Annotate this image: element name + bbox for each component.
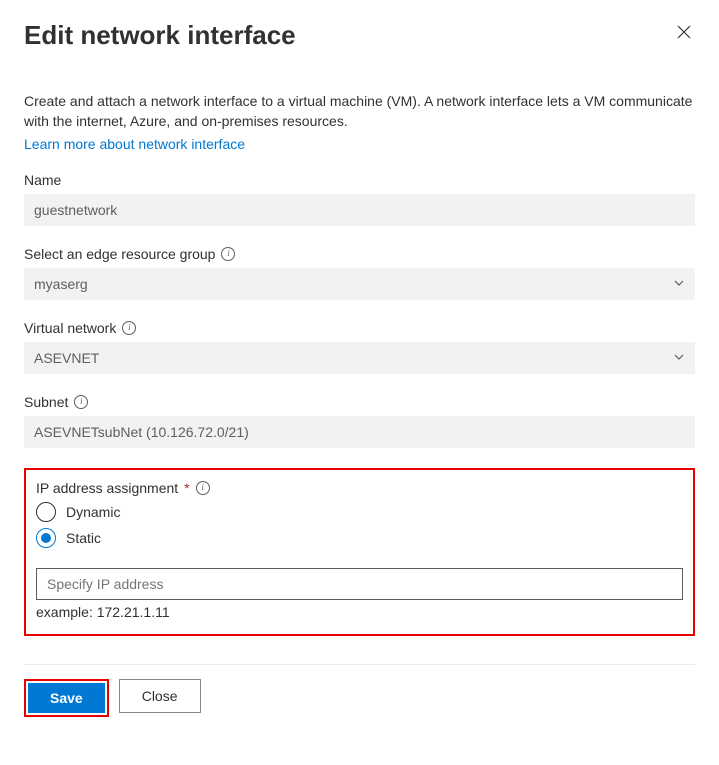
info-icon[interactable]: i — [221, 247, 235, 261]
info-icon[interactable]: i — [122, 321, 136, 335]
ip-address-input[interactable] — [36, 568, 683, 600]
learn-more-link[interactable]: Learn more about network interface — [24, 136, 695, 152]
radio-dynamic-label: Dynamic — [66, 504, 120, 520]
description-text: Create and attach a network interface to… — [24, 91, 695, 132]
required-asterisk: * — [184, 480, 189, 496]
subnet-label: Subnet i — [24, 394, 695, 410]
radio-dynamic[interactable]: Dynamic — [36, 502, 683, 522]
resource-group-select[interactable] — [24, 268, 695, 300]
info-icon[interactable]: i — [74, 395, 88, 409]
name-label: Name — [24, 172, 695, 188]
subnet-input — [24, 416, 695, 448]
vnet-label: Virtual network i — [24, 320, 695, 336]
close-icon[interactable] — [673, 20, 695, 46]
save-highlight: Save — [24, 679, 109, 717]
radio-static[interactable]: Static — [36, 528, 683, 548]
radio-static-label: Static — [66, 530, 101, 546]
save-button[interactable]: Save — [28, 683, 105, 713]
vnet-select[interactable] — [24, 342, 695, 374]
name-input — [24, 194, 695, 226]
ip-assignment-label: IP address assignment * i — [36, 480, 683, 496]
radio-icon — [36, 502, 56, 522]
divider — [24, 664, 695, 665]
ip-assignment-section: IP address assignment * i Dynamic Static… — [24, 468, 695, 636]
ip-example-text: example: 172.21.1.11 — [36, 604, 683, 620]
info-icon[interactable]: i — [196, 481, 210, 495]
page-title: Edit network interface — [24, 20, 296, 51]
radio-icon — [36, 528, 56, 548]
resource-group-label: Select an edge resource group i — [24, 246, 695, 262]
close-button[interactable]: Close — [119, 679, 201, 713]
